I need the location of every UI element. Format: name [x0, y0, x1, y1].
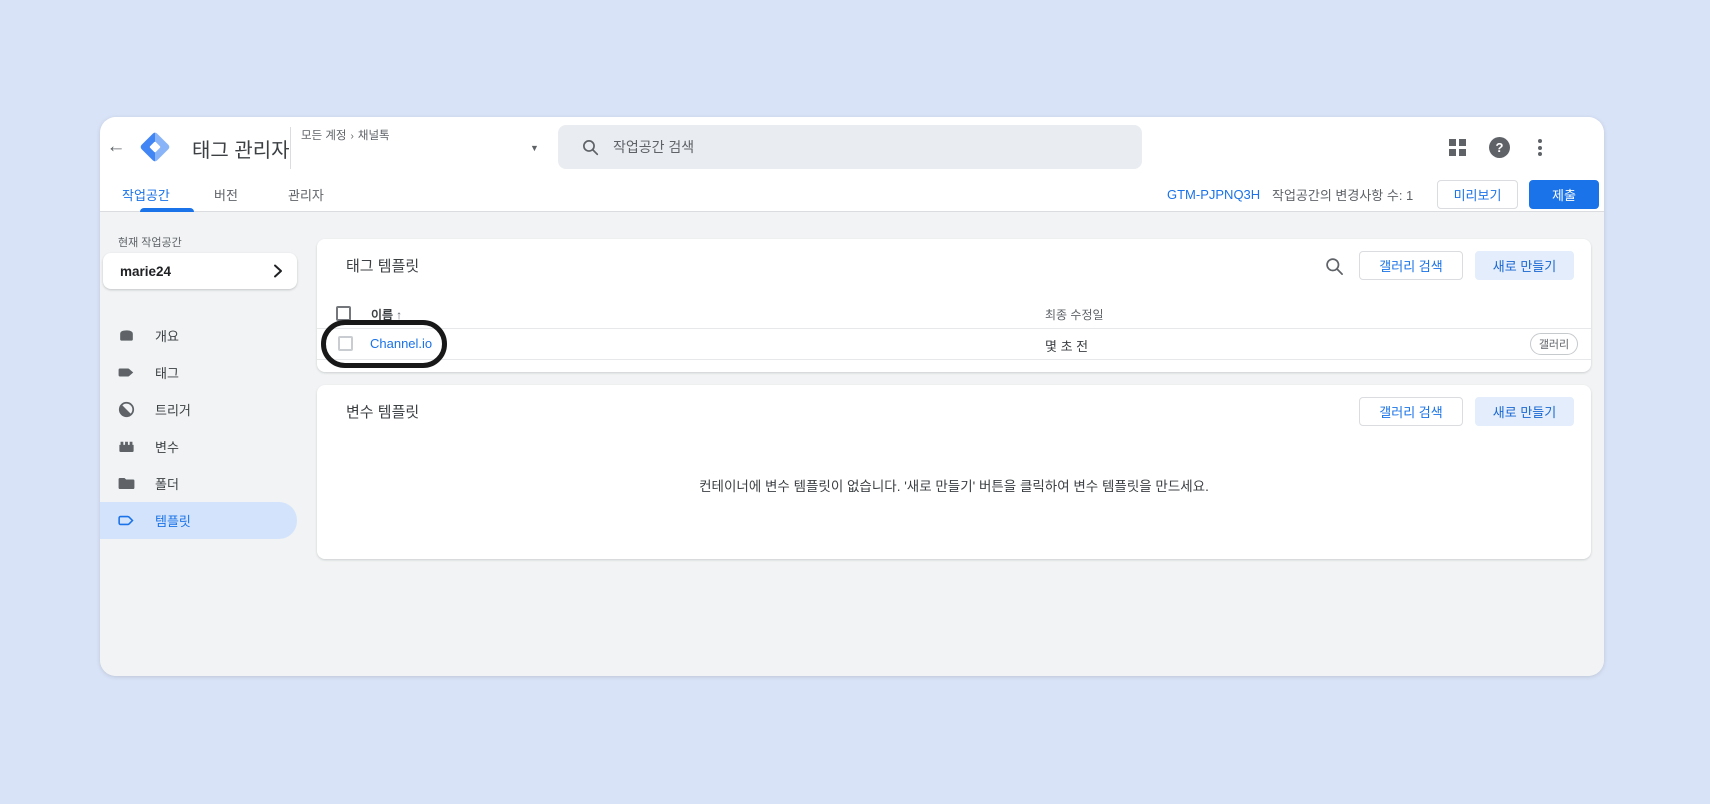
- tag-templates-title: 태그 템플릿: [346, 258, 420, 275]
- table-row[interactable]: Channel.io 몇 초 전 갤러리: [317, 329, 1591, 360]
- breadcrumb-container[interactable]: 채널톡: [358, 130, 390, 142]
- tag-gallery-search-button[interactable]: 갤러리 검색: [1359, 251, 1463, 280]
- apps-grid-icon[interactable]: [1449, 139, 1466, 156]
- kebab-menu-icon[interactable]: [1532, 137, 1548, 158]
- app-header: ← 태그 관리자 모든 계정› 채널톡 ▼ ?: [100, 117, 1604, 177]
- app-title: 태그 관리자: [192, 140, 290, 162]
- column-header-name[interactable]: 이름 ↑: [371, 306, 402, 323]
- tab-workspace[interactable]: 작업공간: [122, 177, 194, 212]
- chevron-right-icon: [273, 264, 283, 278]
- template-name-link[interactable]: Channel.io: [370, 336, 432, 351]
- sidebar-item-folders[interactable]: 폴더: [100, 465, 297, 502]
- breadcrumb-account[interactable]: 모든 계정: [301, 130, 347, 142]
- folder-icon: [117, 474, 136, 493]
- breadcrumb-dropdown-caret-icon[interactable]: ▼: [530, 143, 539, 153]
- variable-icon: [117, 437, 136, 456]
- variable-templates-title: 변수 템플릿: [346, 404, 420, 421]
- column-header-last-modified: 최종 수정일: [1045, 308, 1104, 322]
- template-icon: [117, 511, 136, 530]
- tab-bar: 작업공간 버전 관리자 GTM-PJPNQ3H 작업공간의 변경사항 수: 1 …: [100, 177, 1604, 212]
- variable-templates-card: 변수 템플릿 갤러리 검색 새로 만들기 컨테이너에 변수 템플릿이 없습니다.…: [317, 385, 1591, 559]
- breadcrumb[interactable]: 모든 계정 › 채널톡: [301, 127, 390, 143]
- breadcrumb-separator: ›: [350, 131, 354, 142]
- overview-icon: [117, 326, 136, 345]
- sidebar-nav: 개요 태그 트리거 변수 폴더 템플릿: [100, 317, 297, 539]
- preview-button[interactable]: 미리보기: [1437, 180, 1518, 209]
- tab-admin[interactable]: 관리자: [288, 177, 324, 212]
- variable-gallery-search-button[interactable]: 갤러리 검색: [1359, 397, 1463, 426]
- gallery-badge: 갤러리: [1530, 333, 1578, 355]
- variable-new-template-button[interactable]: 새로 만들기: [1475, 397, 1574, 426]
- active-tab-underline: [140, 208, 194, 212]
- app-body: 현재 작업공간 marie24 개요 태그 트리거 변수 폴더 템플릿 태그 템…: [100, 213, 1604, 676]
- search-input[interactable]: [613, 139, 1093, 155]
- sidebar-item-tags[interactable]: 태그: [100, 354, 297, 391]
- submit-button[interactable]: 제출: [1529, 180, 1599, 209]
- tag-icon: [117, 363, 136, 382]
- tag-templates-card: 태그 템플릿 갤러리 검색 새로 만들기 이름 ↑ 최종 수정일 Channel.…: [317, 239, 1591, 372]
- table-header: 이름 ↑ 최종 수정일: [317, 301, 1591, 329]
- workspace-name: marie24: [120, 263, 172, 279]
- search-icon[interactable]: [1322, 254, 1346, 278]
- row-checkbox[interactable]: [338, 336, 353, 351]
- variable-templates-empty-message: 컨테이너에 변수 템플릿이 없습니다. '새로 만들기' 버튼을 클릭하여 변수…: [699, 479, 1209, 494]
- select-all-checkbox[interactable]: [336, 306, 351, 321]
- gtm-window: ← 태그 관리자 모든 계정› 채널톡 ▼ ? 작업공간 버전: [100, 117, 1604, 676]
- last-modified-value: 몇 초 전: [1045, 339, 1089, 354]
- workspace-selector[interactable]: marie24: [103, 253, 297, 289]
- container-id-link[interactable]: GTM-PJPNQ3H: [1167, 177, 1260, 212]
- sidebar-item-overview[interactable]: 개요: [100, 317, 297, 354]
- trigger-icon: [117, 400, 136, 419]
- gtm-logo-icon: [139, 131, 171, 163]
- workspace-changes-count: 작업공간의 변경사항 수: 1: [1272, 188, 1414, 203]
- header-divider: [290, 127, 291, 169]
- tag-new-template-button[interactable]: 새로 만들기: [1475, 251, 1574, 280]
- search-icon: [583, 139, 599, 155]
- sidebar-item-variables[interactable]: 변수: [100, 428, 297, 465]
- tab-versions[interactable]: 버전: [214, 177, 238, 212]
- back-arrow-icon[interactable]: ←: [102, 117, 130, 177]
- sidebar-item-triggers[interactable]: 트리거: [100, 391, 297, 428]
- current-workspace-label: 현재 작업공간: [118, 237, 182, 249]
- workspace-search[interactable]: [558, 125, 1142, 169]
- sidebar-item-templates[interactable]: 템플릿: [100, 502, 297, 539]
- sidebar: 현재 작업공간 marie24 개요 태그 트리거 변수 폴더 템플릿: [100, 213, 297, 676]
- sort-ascending-icon: ↑: [396, 308, 403, 322]
- help-icon[interactable]: ?: [1489, 137, 1510, 158]
